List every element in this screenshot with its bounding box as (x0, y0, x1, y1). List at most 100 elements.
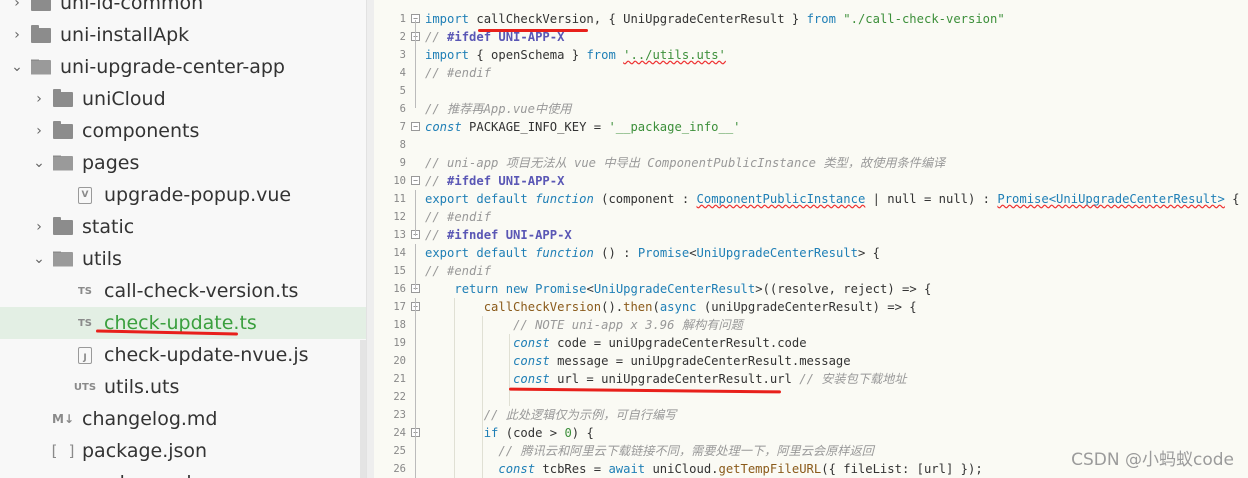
code-line[interactable]: 12 // #endif (374, 208, 1248, 226)
code-line[interactable]: 7− const PACKAGE_INFO_KEY = '__package_in… (374, 118, 1248, 136)
code-text: // uni-app 项目无法从 vue 中导出 ComponentPublic… (425, 156, 946, 170)
code-line[interactable]: 16− return new Promise<UniUpgradeCenterR… (374, 280, 1248, 298)
indent-guide (509, 334, 510, 406)
line-number: 20 (393, 355, 406, 367)
ts-file-icon: TS (74, 313, 96, 333)
line-number: 16 (393, 283, 406, 295)
tree-item[interactable]: M↓ readme.md (0, 467, 366, 478)
tree-item[interactable]: ⌄ pages (0, 147, 366, 179)
tree-item[interactable]: Vupgrade-popup.vue (0, 179, 366, 211)
tree-item[interactable]: TS call-check-version.ts (0, 275, 366, 307)
code-line[interactable]: 22 (374, 388, 1248, 406)
fold-toggle-icon[interactable]: − (411, 122, 420, 131)
folder-icon (52, 120, 74, 141)
chevron-down-icon[interactable]: ⌄ (8, 59, 26, 75)
code-line[interactable]: 21 const url = uniUpgradeCenterResult.ur… (374, 370, 1248, 388)
code-text: // NOTE uni-app x 3.96 解构有问题 (513, 318, 743, 332)
line-number: 21 (393, 373, 406, 385)
line-number: 24 (393, 427, 406, 439)
code-line[interactable]: 10−// #ifdef UNI-APP-X (374, 172, 1248, 190)
line-number: 17 (393, 301, 406, 313)
chevron-down-icon[interactable]: ⌄ (30, 251, 48, 267)
folder-open-icon (52, 153, 74, 173)
ts-file-icon-glyph: TS (77, 317, 93, 329)
json-file-icon-glyph: [ ] (49, 442, 77, 460)
code-line[interactable]: 6 // 推荐再App.vue中使用 (374, 100, 1248, 118)
code-line[interactable]: 23 // 此处逻辑仅为示例，可自行编写 (374, 406, 1248, 424)
line-number: 14 (393, 247, 406, 259)
code-line[interactable]: 19 const code = uniUpgradeCenterResult.c… (374, 334, 1248, 352)
fold-toggle-icon[interactable]: − (411, 176, 420, 185)
tree-item[interactable]: UTS utils.uts (0, 371, 366, 403)
line-number: 15 (393, 265, 406, 277)
chevron-right-icon[interactable]: › (30, 123, 48, 139)
tree-item[interactable]: [ ] package.json (0, 435, 366, 467)
code-line[interactable]: 4 // #endif (374, 64, 1248, 82)
tree-item[interactable]: › uniCloud (0, 83, 366, 115)
code-text: // #ifdef UNI-APP-X (425, 174, 565, 188)
tree-item[interactable]: ⌄ utils (0, 243, 366, 275)
ts-file-icon-glyph: TS (77, 285, 93, 297)
code-line[interactable]: 17− callCheckVersion().then(async (uniUp… (374, 298, 1248, 316)
code-line[interactable]: 15 // #endif (374, 262, 1248, 280)
code-line[interactable]: 14 export default function () : Promise<U… (374, 244, 1248, 262)
code-text: // #endif (425, 210, 492, 224)
code-line[interactable]: 11 export default function (component : C… (374, 190, 1248, 208)
tree-item[interactable]: Jcheck-update-nvue.js (0, 339, 366, 371)
line-number: 2 (399, 31, 406, 43)
line-number: 13 (393, 229, 406, 241)
fold-guide (415, 298, 416, 478)
code-line[interactable]: 9 // uni-app 项目无法从 vue 中导出 ComponentPubli… (374, 154, 1248, 172)
panel-splitter[interactable] (366, 0, 374, 478)
chevron-right-icon[interactable]: › (8, 0, 26, 11)
code-text: // 推荐再App.vue中使用 (425, 102, 572, 116)
folder-icon-shape (31, 24, 51, 43)
code-text: const message = uniUpgradeCenterResult.m… (513, 354, 851, 368)
chevron-right-icon[interactable]: › (30, 219, 48, 235)
code-line[interactable]: 5 (374, 82, 1248, 100)
chevron-down-icon[interactable]: ⌄ (30, 155, 48, 171)
line-number: 9 (399, 157, 406, 169)
tree-item[interactable]: › components (0, 115, 366, 147)
line-number: 22 (393, 391, 406, 403)
tree-item[interactable]: M↓ changelog.md (0, 403, 366, 435)
folder-open-icon (52, 249, 74, 269)
code-editor[interactable]: 1 − import callCheckVersion, { UniUpgradeC… (374, 0, 1248, 478)
tree-item[interactable]: ⌄ uni-upgrade-center-app (0, 51, 366, 83)
md-file-icon: M↓ (52, 409, 74, 429)
uts-file-icon: UTS (74, 377, 96, 397)
tree-item-label: uni-upgrade-center-app (60, 56, 285, 78)
tree-item-label: check-update-nvue.js (104, 344, 309, 366)
tree-item-label: uni-id-common (60, 0, 204, 14)
line-number: 12 (393, 211, 406, 223)
code-line[interactable]: 13−// #ifndef UNI-APP-X (374, 226, 1248, 244)
code-line[interactable]: 20 const message = uniUpgradeCenterResul… (374, 352, 1248, 370)
code-text: const tcbRes = await uniCloud.getTempFil… (498, 462, 983, 476)
file-explorer: › uni-id-common › uni-installApk ⌄ uni-upgrad… (0, 0, 366, 478)
line-number: 5 (399, 85, 406, 97)
tree-item-label: readme.md (82, 472, 192, 478)
line-number: 8 (399, 139, 406, 151)
code-text: // #endif (425, 66, 492, 80)
tree-item-label: package.json (82, 440, 208, 462)
tree-item-label: uniCloud (82, 88, 166, 110)
code-line[interactable]: 18 // NOTE uni-app x 3.96 解构有问题 (374, 316, 1248, 334)
line-number: 23 (393, 409, 406, 421)
code-line[interactable]: 24− if (code > 0) { (374, 424, 1248, 442)
chevron-right-icon[interactable]: › (8, 27, 26, 43)
tree-item[interactable]: TS check-update.ts (0, 307, 366, 339)
code-line[interactable]: 8 (374, 136, 1248, 154)
watermark: CSDN @小蚂蚁code (1071, 450, 1234, 470)
folder-open-icon-shape (53, 155, 73, 171)
folder-icon (30, 0, 52, 13)
tree-item[interactable]: › uni-id-common (0, 0, 366, 19)
tree-item[interactable]: › static (0, 211, 366, 243)
code-line[interactable]: 3 import { openSchema } from '../utils.ut… (374, 46, 1248, 64)
folder-icon-shape (53, 216, 73, 235)
tree-item-label: changelog.md (82, 408, 218, 430)
code-text: const PACKAGE_INFO_KEY = '__package_info… (425, 120, 741, 134)
chevron-right-icon[interactable]: › (30, 91, 48, 107)
code-text: export default function () : Promise<Uni… (425, 246, 880, 260)
tree-item[interactable]: › uni-installApk (0, 19, 366, 51)
code-line[interactable]: 1− import callCheckVersion, { UniUpgradeC… (374, 10, 1248, 28)
